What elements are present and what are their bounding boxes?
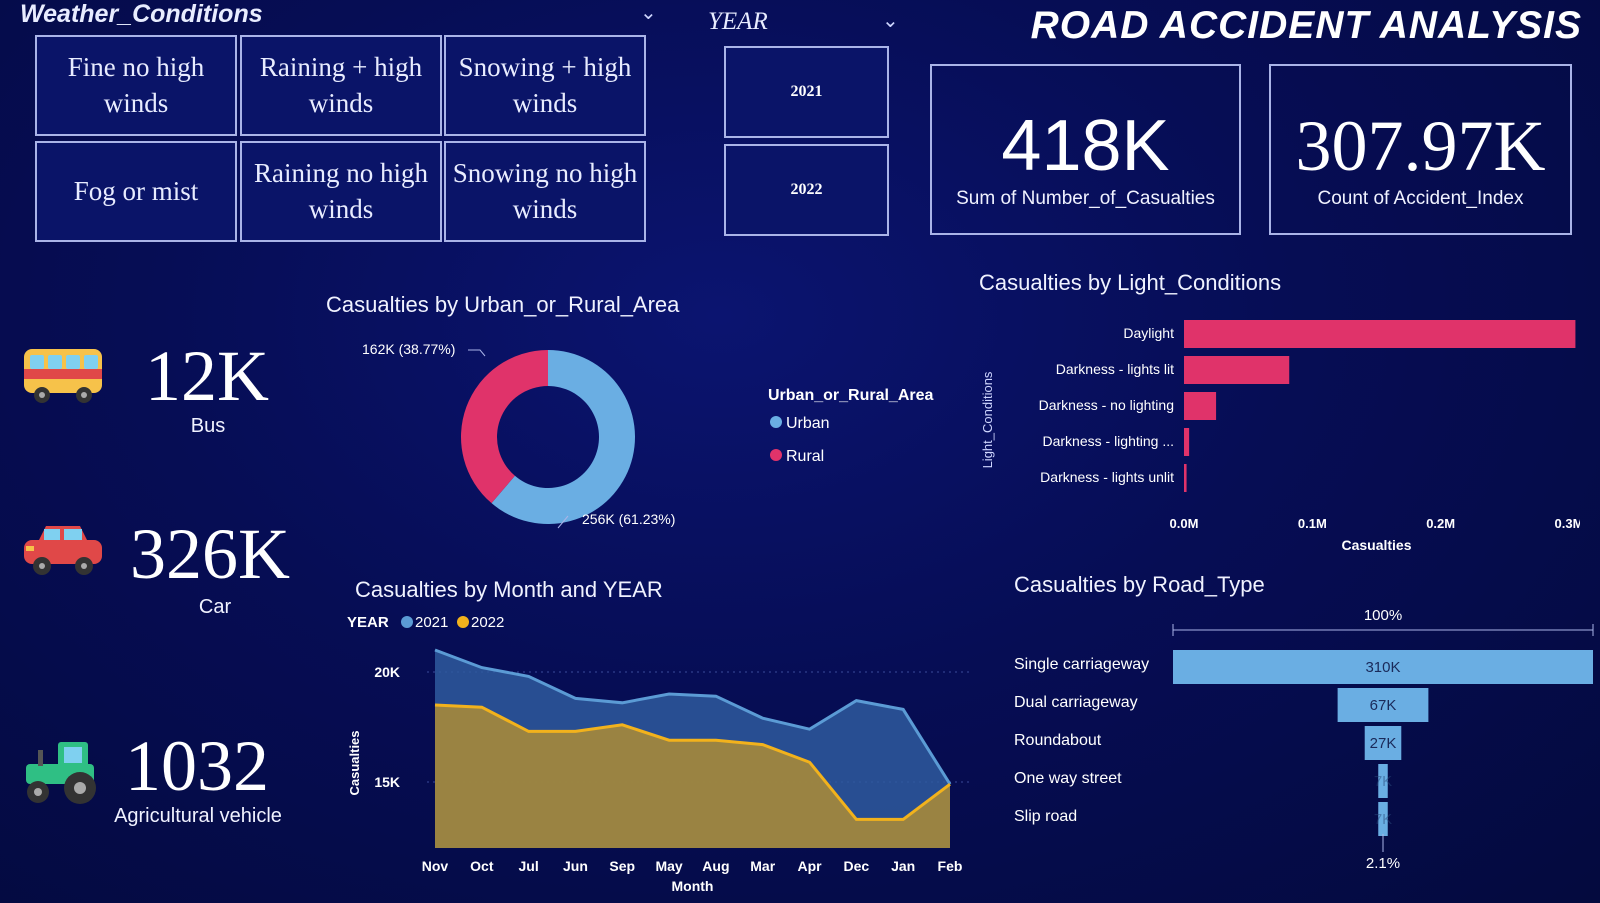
x-tick-label: Aug [702, 858, 729, 874]
light-bar[interactable] [1184, 320, 1576, 348]
funnel-category-label: Slip road [1014, 808, 1077, 825]
x-axis-label: Casualties [1341, 537, 1411, 553]
road-type-funnel-chart: 100% Single carriageway 310K Dual carriagew… [1014, 607, 1594, 872]
weather-option-snowing-no[interactable]: Snowing no high winds [444, 141, 646, 242]
x-tick-label: 0.0M [1170, 516, 1199, 531]
legend-marker-2022 [457, 616, 469, 628]
bus-label: Bus [190, 415, 226, 437]
car-icon [24, 526, 102, 575]
kpi-casualties-value: 418K [1001, 106, 1170, 186]
urban-rural-donut-chart: 256K (61.23%) 162K (38.77%) Urban_or_Rural… [362, 341, 934, 529]
y-axis-label: Light_Conditions [980, 371, 995, 468]
road-type-chart-title: Casualties by Road_Type [1014, 572, 1265, 597]
kpi-casualties-card: 418K Sum of Number_of_Casualties [930, 64, 1241, 235]
x-tick-label: Jan [891, 858, 915, 874]
car-label: Car [198, 596, 232, 618]
page-title: ROAD ACCIDENT ANALYSIS [1030, 4, 1582, 47]
funnel-data-label: 7K [1374, 773, 1392, 790]
x-tick-label: 0.2M [1426, 516, 1455, 531]
weather-option-raining-no[interactable]: Raining no high winds [240, 141, 442, 242]
y-tick-label: 15K [374, 774, 400, 790]
year-slicer-title: YEAR [708, 8, 768, 35]
light-bar[interactable] [1184, 356, 1290, 384]
month-year-chart-title: Casualties by Month and YEAR [355, 577, 663, 602]
x-tick-label: 0.1M [1298, 516, 1327, 531]
y-axis-label: Casualties [347, 730, 362, 795]
bar-category-label: Darkness - lights unlit [1040, 469, 1174, 485]
x-tick-label: Jul [519, 858, 539, 874]
funnel-data-label: 7K [1374, 811, 1392, 828]
car-value: 326K [130, 514, 290, 594]
month-year-area-chart: YEAR 2021 2022 15K 20K Casualties Nov Oct Jul Jun… [347, 614, 970, 894]
x-tick-label: 0.3M [1555, 516, 1580, 531]
funnel-bottom-label: 2.1% [1366, 855, 1400, 872]
funnel-data-label: 27K [1370, 735, 1397, 752]
year-option-2022[interactable]: 2022 [724, 144, 889, 236]
weather-slicer-title: Weather_Conditions [20, 0, 263, 28]
donut-slice-rural[interactable] [461, 350, 548, 504]
area-legend-title: YEAR [347, 614, 389, 631]
legend-label-rural[interactable]: Rural [786, 448, 824, 465]
donut-legend-title: Urban_or_Rural_Area [768, 387, 934, 404]
funnel-data-label: 67K [1370, 697, 1397, 714]
bar-category-label: Darkness - lighting ... [1043, 433, 1175, 449]
donut-label-rural: 162K (38.77%) [362, 341, 455, 357]
funnel-category-label: One way street [1014, 770, 1122, 787]
leader-line [468, 349, 486, 357]
weather-option-snowing-high[interactable]: Snowing + high winds [444, 35, 646, 136]
light-conditions-chart-title: Casualties by Light_Conditions [979, 270, 1282, 295]
legend-label-urban[interactable]: Urban [786, 415, 830, 432]
x-tick-label: May [655, 858, 682, 874]
x-tick-label: Dec [844, 858, 870, 874]
x-tick-label: Mar [750, 858, 775, 874]
x-tick-label: Nov [422, 858, 449, 874]
x-tick-label: Apr [797, 858, 822, 874]
weather-option-fine[interactable]: Fine no high winds [35, 35, 237, 136]
agricultural-value: 1032 [125, 726, 269, 806]
x-axis-label: Month [672, 878, 714, 894]
x-tick-label: Sep [609, 858, 635, 874]
year-option-2021[interactable]: 2021 [724, 46, 889, 138]
bar-category-label: Darkness - lights lit [1056, 361, 1174, 377]
x-tick-label: Oct [470, 858, 494, 874]
legend-marker-urban [770, 416, 782, 428]
light-bar[interactable] [1184, 428, 1190, 456]
legend-marker-rural [770, 449, 782, 461]
kpi-accidents-value: 307.97K [1295, 106, 1546, 186]
urban-rural-chart-title: Casualties by Urban_or_Rural_Area [326, 292, 680, 317]
legend-label-2022[interactable]: 2022 [471, 614, 504, 631]
funnel-category-label: Single carriageway [1014, 656, 1149, 673]
funnel-category-label: Dual carriageway [1014, 694, 1138, 711]
x-tick-label: Jun [563, 858, 588, 874]
bus-icon [24, 349, 102, 403]
chevron-down-icon[interactable]: ⌄ [640, 0, 657, 25]
bar-category-label: Darkness - no lighting [1039, 397, 1174, 413]
light-bar[interactable] [1184, 464, 1187, 492]
light-bar[interactable] [1184, 392, 1217, 420]
weather-option-fog[interactable]: Fog or mist [35, 141, 237, 242]
legend-marker-2021 [401, 616, 413, 628]
light-conditions-bar-chart: Light_Conditions Daylight Darkness - light… [980, 320, 1580, 553]
bar-category-label: Daylight [1123, 325, 1174, 341]
weather-option-raining-high[interactable]: Raining + high winds [240, 35, 442, 136]
tractor-icon [26, 742, 96, 804]
kpi-casualties-label: Sum of Number_of_Casualties [956, 188, 1215, 209]
funnel-top-label: 100% [1364, 607, 1402, 624]
chevron-down-icon[interactable]: ⌄ [882, 8, 899, 33]
y-tick-label: 20K [374, 664, 400, 680]
agricultural-label: Agricultural vehicle [114, 805, 282, 827]
kpi-accidents-label: Count of Accident_Index [1317, 188, 1524, 209]
legend-label-2021[interactable]: 2021 [415, 614, 448, 631]
x-tick-label: Feb [938, 858, 963, 874]
donut-label-urban: 256K (61.23%) [582, 511, 675, 527]
funnel-data-label: 310K [1365, 659, 1400, 676]
funnel-category-label: Roundabout [1014, 732, 1102, 749]
kpi-accidents-card: 307.97K Count of Accident_Index [1269, 64, 1572, 235]
bus-value: 12K [145, 336, 269, 416]
